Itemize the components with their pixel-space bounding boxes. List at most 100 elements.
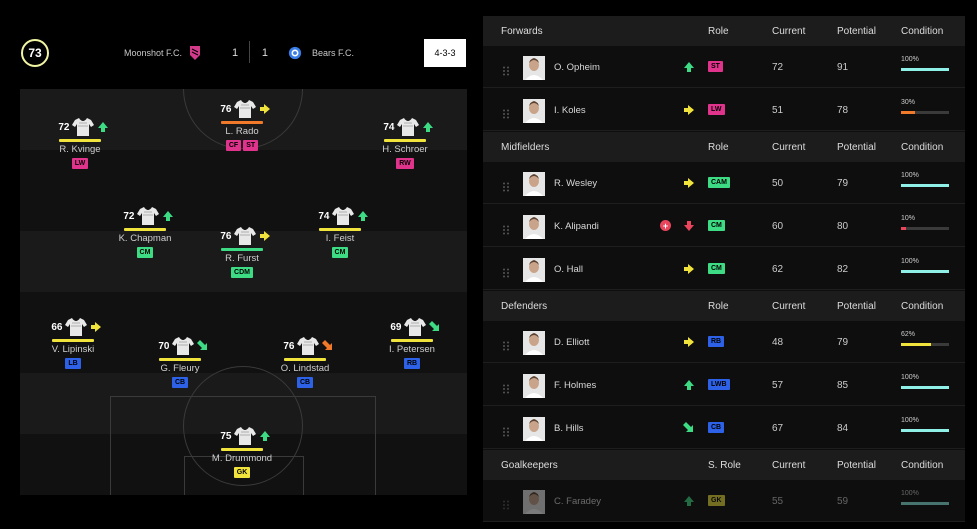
condition-column-header[interactable]: Condition — [901, 142, 943, 153]
player-name: M. Drummond — [211, 453, 273, 464]
position-tags: RB — [403, 358, 421, 369]
pitch-player[interactable]: 76 O. Lindstad CB — [260, 336, 350, 388]
condition-bar — [391, 339, 433, 342]
pitch-player[interactable]: 72 K. Chapman CM — [100, 206, 190, 258]
formation-button[interactable]: 4-3-3 — [424, 39, 466, 67]
player-row[interactable]: B. Hills CB 67 84 100% — [483, 407, 965, 449]
drag-handle-icon[interactable] — [502, 179, 510, 192]
pitch-player[interactable]: 66 V. Lipinski LB — [28, 317, 118, 369]
trend-up-icon — [97, 121, 109, 133]
trend-right-icon — [683, 263, 695, 275]
trend-right-icon — [259, 230, 271, 242]
current-column-header[interactable]: Current — [772, 301, 805, 312]
condition-bar — [221, 121, 263, 124]
player-row[interactable]: F. Holmes LWB 57 85 100% — [483, 364, 965, 406]
pitch-player[interactable]: 70 G. Fleury CB — [135, 336, 225, 388]
potential-rating: 84 — [837, 423, 849, 434]
player-row[interactable]: O. Hall CM 62 82 100% — [483, 248, 965, 290]
player-avatar — [523, 258, 545, 282]
role-column-header[interactable]: Role — [708, 301, 729, 312]
pitch-player[interactable]: 75 M. Drummond GK — [197, 426, 287, 478]
potential-column-header[interactable]: Potential — [837, 460, 876, 471]
trend-up-icon — [422, 121, 434, 133]
pitch-player[interactable]: 69 I. Petersen RB — [367, 317, 457, 369]
trend-up-icon — [683, 61, 695, 73]
player-name: R. Kvinge — [59, 144, 101, 155]
condition-column-header[interactable]: Condition — [901, 460, 943, 471]
player-rating: 74 — [383, 121, 395, 133]
condition-bar — [59, 139, 101, 142]
condition-column-header[interactable]: Condition — [901, 26, 943, 37]
current-column-header[interactable]: Current — [772, 142, 805, 153]
potential-column-header[interactable]: Potential — [837, 26, 876, 37]
role-tag: CB — [708, 422, 725, 433]
shirt-icon — [331, 206, 354, 226]
team-rating-value: 73 — [28, 46, 42, 60]
drag-handle-icon[interactable] — [502, 424, 510, 437]
position-tag: CB — [171, 377, 189, 388]
section-title: Midfielders — [501, 142, 550, 153]
pitch-player[interactable]: 72 R. Kvinge LW — [35, 117, 125, 169]
trend-up-icon — [683, 495, 695, 507]
player-row[interactable]: C. Faradey GK 55 59 100% — [483, 480, 965, 522]
condition-track — [901, 270, 949, 273]
role-tag: RB — [708, 336, 725, 347]
section-title: Goalkeepers — [501, 460, 558, 471]
player-row[interactable]: R. Wesley CAM 50 79 100% — [483, 162, 965, 204]
condition-percent: 100% — [901, 56, 919, 63]
pitch-player[interactable]: 74 I. Feist CM — [295, 206, 385, 258]
role-column-header[interactable]: Role — [708, 142, 729, 153]
match-scoreboard: Moonshot F.C. 1 1 Bears F.C. — [110, 40, 390, 66]
position-tags: GK — [233, 467, 251, 478]
section-header-goalkeepers: Goalkeepers S. Role Current Potential Condit… — [483, 450, 965, 480]
player-row[interactable]: K. Alipandi + CM 60 80 10% — [483, 205, 965, 247]
potential-column-header[interactable]: Potential — [837, 301, 876, 312]
drag-handle-icon[interactable] — [502, 497, 510, 510]
home-team-name: Moonshot F.C. — [123, 48, 182, 58]
condition-meter: 10% — [901, 215, 949, 230]
away-team-name: Bears F.C. — [312, 48, 355, 58]
away-score: 1 — [261, 47, 268, 59]
role-column-header[interactable]: Role — [708, 26, 729, 37]
drag-handle-icon[interactable] — [502, 381, 510, 394]
drag-handle-icon[interactable] — [502, 106, 510, 119]
position-tags: CF ST — [225, 140, 259, 151]
current-column-header[interactable]: Current — [772, 460, 805, 471]
lineup-screen: 73 Moonshot F.C. 1 1 Bears F.C. 4-3-3 76… — [0, 0, 977, 529]
trend-down-icon — [683, 220, 695, 232]
player-row[interactable]: D. Elliott RB 48 79 62% — [483, 321, 965, 363]
potential-column-header[interactable]: Potential — [837, 142, 876, 153]
condition-fill — [901, 227, 906, 230]
potential-rating: 80 — [837, 221, 849, 232]
drag-handle-icon[interactable] — [502, 222, 510, 235]
pitch-player[interactable]: 74 H. Schroer RW — [360, 117, 450, 169]
player-avatar — [523, 331, 545, 355]
player-row[interactable]: O. Opheim ST 72 91 100% — [483, 46, 965, 88]
trend-right-icon — [683, 104, 695, 116]
player-name: I. Koles — [554, 105, 586, 116]
drag-handle-icon[interactable] — [502, 338, 510, 351]
player-name: R. Furst — [225, 253, 259, 264]
role-tag: GK — [708, 495, 725, 506]
player-avatar — [523, 215, 545, 239]
condition-percent: 30% — [901, 99, 916, 106]
role-column-header[interactable]: S. Role — [708, 460, 741, 471]
current-rating: 72 — [772, 62, 784, 73]
condition-fill — [901, 111, 916, 114]
position-tags: CM — [136, 247, 154, 258]
condition-track — [901, 343, 949, 346]
condition-column-header[interactable]: Condition — [901, 301, 943, 312]
player-name: K. Alipandi — [554, 221, 599, 232]
drag-handle-icon[interactable] — [502, 265, 510, 278]
pitch-player[interactable]: 76 L. Rado CF ST — [197, 99, 287, 151]
current-column-header[interactable]: Current — [772, 26, 805, 37]
pitch-player[interactable]: 76 R. Furst CDM — [197, 226, 287, 278]
trend-down-right-icon — [321, 340, 334, 352]
condition-fill — [901, 343, 931, 346]
drag-handle-icon[interactable] — [502, 63, 510, 76]
player-name: I. Petersen — [389, 344, 435, 355]
condition-fill — [901, 68, 949, 71]
injury-icon: + — [660, 220, 671, 231]
player-row[interactable]: I. Koles LW 51 78 30% — [483, 89, 965, 131]
player-rating: 75 — [220, 430, 232, 442]
